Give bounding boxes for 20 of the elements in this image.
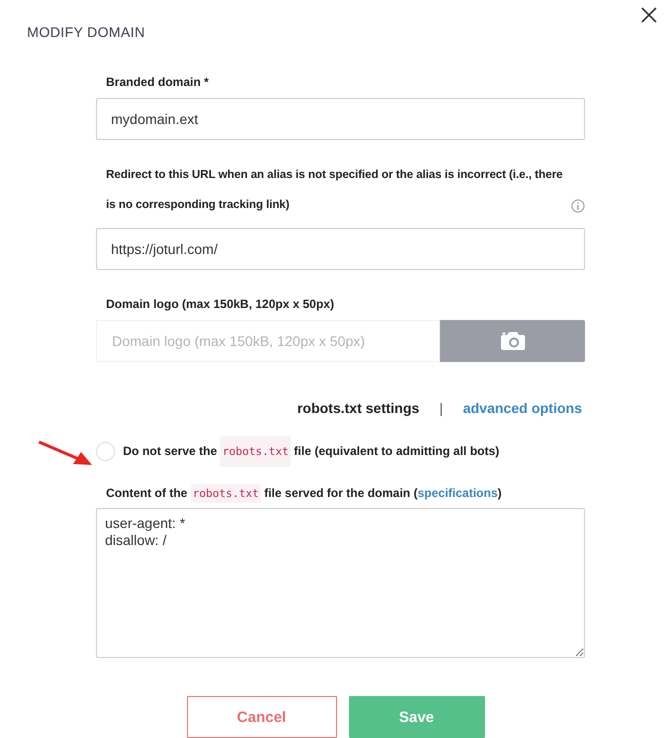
field-label: Content of the robots.txt file served for the domain (specifications) — [106, 486, 585, 500]
tab-separator: | — [439, 400, 443, 416]
arrow-annotation — [37, 440, 93, 466]
info-icon[interactable] — [571, 199, 585, 213]
input-field[interactable]: https://joturl.com/ — [96, 228, 585, 270]
textarea-field[interactable]: user-agent: * disallow: / — [96, 508, 585, 658]
close-icon[interactable] — [640, 6, 658, 24]
radio-label: Do not serve the robots.txt file (equivalent to admitting all bots) — [123, 434, 500, 468]
tab[interactable]: robots.txt settings — [297, 400, 420, 416]
radio-button[interactable] — [96, 442, 115, 460]
upload-button[interactable] — [440, 320, 585, 362]
field-label: Branded domain * — [106, 74, 210, 90]
field-label: Redirect to this URL when an alias is not specified or the alias is incorrect (i.e., there is no corresponding tracking link) — [106, 167, 564, 213]
dialog-title: MODIFY DOMAIN — [27, 24, 145, 40]
file-field[interactable]: Domain logo (max 150kB, 120px x 50px) — [96, 320, 440, 362]
specifications-link[interactable]: specifications — [418, 486, 498, 500]
tab[interactable]: advanced options — [462, 400, 582, 416]
input-field[interactable]: mydomain.ext — [96, 98, 585, 140]
camera-icon — [500, 331, 526, 351]
field-label: Domain logo (max 150kB, 120px x 50px) — [106, 296, 336, 312]
